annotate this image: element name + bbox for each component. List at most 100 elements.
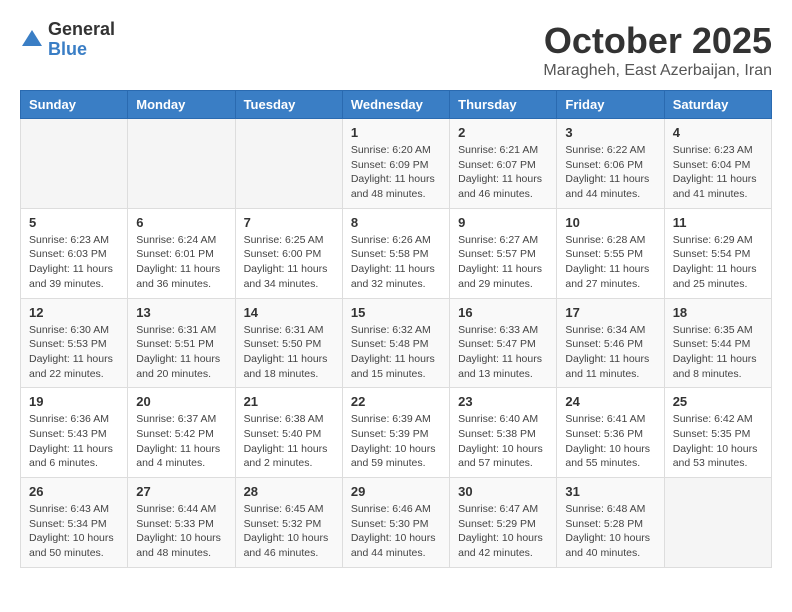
calendar-cell: 17Sunrise: 6:34 AMSunset: 5:46 PMDayligh…	[557, 298, 664, 388]
month-title: October 2025	[543, 20, 772, 62]
day-info: Sunrise: 6:22 AMSunset: 6:06 PMDaylight:…	[565, 143, 655, 202]
day-number: 15	[351, 305, 441, 320]
calendar-cell: 24 Sunrise: 6:41 AMSunset: 5:36 PMDayligh…	[557, 388, 664, 478]
calendar-table: SundayMondayTuesdayWednesdayThursdayFrid…	[20, 90, 772, 568]
day-number: 14	[244, 305, 334, 320]
weekday-saturday: Saturday	[664, 91, 771, 119]
calendar-cell: 26 Sunrise: 6:43 AMSunset: 5:34 PMDayligh…	[21, 478, 128, 568]
weekday-monday: Monday	[128, 91, 235, 119]
calendar-body: 1 Sunrise: 6:20 AMSunset: 6:09 PMDaylight…	[21, 119, 772, 568]
day-info: Sunrise: 6:34 AMSunset: 5:46 PMDaylight:…	[565, 323, 655, 382]
week-row-1: 1 Sunrise: 6:20 AMSunset: 6:09 PMDaylight…	[21, 119, 772, 209]
logo-blue: Blue	[48, 40, 115, 60]
calendar-cell: 12 Sunrise: 6:30 AMSunset: 5:53 PMDayligh…	[21, 298, 128, 388]
calendar-cell: 22 Sunrise: 6:39 AMSunset: 5:39 PMDayligh…	[342, 388, 449, 478]
week-row-4: 19Sunrise: 6:36 AMSunset: 5:43 PMDayligh…	[21, 388, 772, 478]
logo-icon	[20, 28, 44, 52]
day-number: 20	[136, 394, 226, 409]
calendar-cell: 14 Sunrise: 6:31 AMSunset: 5:50 PMDayligh…	[235, 298, 342, 388]
logo: General Blue	[20, 20, 115, 60]
calendar-cell: 20 Sunrise: 6:37 AMSunset: 5:42 PMDayligh…	[128, 388, 235, 478]
day-info: Sunrise: 6:31 AMSunset: 5:51 PMDaylight:…	[136, 323, 226, 382]
day-number: 27	[136, 484, 226, 499]
calendar-cell: 19Sunrise: 6:36 AMSunset: 5:43 PMDayligh…	[21, 388, 128, 478]
day-info: Sunrise: 6:21 AMSunset: 6:07 PMDaylight:…	[458, 143, 548, 202]
day-info: Sunrise: 6:23 AMSunset: 6:03 PMDaylight:…	[29, 233, 119, 292]
day-info: Sunrise: 6:25 AMSunset: 6:00 PMDaylight:…	[244, 233, 334, 292]
day-number: 11	[673, 215, 763, 230]
day-number: 29	[351, 484, 441, 499]
day-number: 9	[458, 215, 548, 230]
day-info: Sunrise: 6:40 AMSunset: 5:38 PMDaylight:…	[458, 412, 548, 471]
day-number: 21	[244, 394, 334, 409]
day-info: Sunrise: 6:33 AMSunset: 5:47 PMDaylight:…	[458, 323, 548, 382]
logo-text: General Blue	[48, 20, 115, 60]
calendar-cell: 18Sunrise: 6:35 AMSunset: 5:44 PMDayligh…	[664, 298, 771, 388]
weekday-thursday: Thursday	[450, 91, 557, 119]
calendar-cell: 31 Sunrise: 6:48 AMSunset: 5:28 PMDayligh…	[557, 478, 664, 568]
calendar-cell: 30Sunrise: 6:47 AMSunset: 5:29 PMDayligh…	[450, 478, 557, 568]
calendar-cell: 25Sunrise: 6:42 AMSunset: 5:35 PMDayligh…	[664, 388, 771, 478]
day-number: 4	[673, 125, 763, 140]
day-info: Sunrise: 6:41 AMSunset: 5:36 PMDaylight:…	[565, 412, 655, 471]
calendar-cell: 9Sunrise: 6:27 AMSunset: 5:57 PMDaylight…	[450, 208, 557, 298]
page-header: General Blue October 2025 Maragheh, East…	[20, 20, 772, 80]
week-row-3: 12 Sunrise: 6:30 AMSunset: 5:53 PMDayligh…	[21, 298, 772, 388]
day-info: Sunrise: 6:48 AMSunset: 5:28 PMDaylight:…	[565, 502, 655, 561]
calendar-cell: 11 Sunrise: 6:29 AMSunset: 5:54 PMDayligh…	[664, 208, 771, 298]
day-info: Sunrise: 6:46 AMSunset: 5:30 PMDaylight:…	[351, 502, 441, 561]
calendar-cell: 5Sunrise: 6:23 AMSunset: 6:03 PMDaylight…	[21, 208, 128, 298]
day-number: 28	[244, 484, 334, 499]
day-number: 23	[458, 394, 548, 409]
weekday-wednesday: Wednesday	[342, 91, 449, 119]
calendar-cell: 23 Sunrise: 6:40 AMSunset: 5:38 PMDayligh…	[450, 388, 557, 478]
calendar-cell: 13Sunrise: 6:31 AMSunset: 5:51 PMDayligh…	[128, 298, 235, 388]
day-info: Sunrise: 6:24 AMSunset: 6:01 PMDaylight:…	[136, 233, 226, 292]
day-number: 26	[29, 484, 119, 499]
calendar-cell: 8 Sunrise: 6:26 AMSunset: 5:58 PMDaylight…	[342, 208, 449, 298]
day-number: 2	[458, 125, 548, 140]
day-info: Sunrise: 6:45 AMSunset: 5:32 PMDaylight:…	[244, 502, 334, 561]
day-number: 1	[351, 125, 441, 140]
day-info: Sunrise: 6:43 AMSunset: 5:34 PMDaylight:…	[29, 502, 119, 561]
day-number: 7	[244, 215, 334, 230]
day-number: 12	[29, 305, 119, 320]
day-number: 10	[565, 215, 655, 230]
day-number: 24	[565, 394, 655, 409]
calendar-cell: 4 Sunrise: 6:23 AMSunset: 6:04 PMDaylight…	[664, 119, 771, 209]
day-info: Sunrise: 6:20 AMSunset: 6:09 PMDaylight:…	[351, 143, 441, 202]
day-number: 22	[351, 394, 441, 409]
calendar-cell: 29 Sunrise: 6:46 AMSunset: 5:30 PMDayligh…	[342, 478, 449, 568]
day-number: 8	[351, 215, 441, 230]
calendar-cell	[664, 478, 771, 568]
calendar-cell: 7 Sunrise: 6:25 AMSunset: 6:00 PMDaylight…	[235, 208, 342, 298]
day-info: Sunrise: 6:29 AMSunset: 5:54 PMDaylight:…	[673, 233, 763, 292]
week-row-2: 5Sunrise: 6:23 AMSunset: 6:03 PMDaylight…	[21, 208, 772, 298]
day-info: Sunrise: 6:28 AMSunset: 5:55 PMDaylight:…	[565, 233, 655, 292]
day-info: Sunrise: 6:36 AMSunset: 5:43 PMDaylight:…	[29, 412, 119, 471]
weekday-sunday: Sunday	[21, 91, 128, 119]
day-info: Sunrise: 6:30 AMSunset: 5:53 PMDaylight:…	[29, 323, 119, 382]
calendar-cell: 27Sunrise: 6:44 AMSunset: 5:33 PMDayligh…	[128, 478, 235, 568]
day-info: Sunrise: 6:38 AMSunset: 5:40 PMDaylight:…	[244, 412, 334, 471]
calendar-cell: 3 Sunrise: 6:22 AMSunset: 6:06 PMDaylight…	[557, 119, 664, 209]
day-number: 31	[565, 484, 655, 499]
weekday-friday: Friday	[557, 91, 664, 119]
day-info: Sunrise: 6:23 AMSunset: 6:04 PMDaylight:…	[673, 143, 763, 202]
weekday-header-row: SundayMondayTuesdayWednesdayThursdayFrid…	[21, 91, 772, 119]
day-number: 25	[673, 394, 763, 409]
day-info: Sunrise: 6:31 AMSunset: 5:50 PMDaylight:…	[244, 323, 334, 382]
day-info: Sunrise: 6:35 AMSunset: 5:44 PMDaylight:…	[673, 323, 763, 382]
week-row-5: 26 Sunrise: 6:43 AMSunset: 5:34 PMDayligh…	[21, 478, 772, 568]
calendar-cell	[21, 119, 128, 209]
calendar-cell: 16Sunrise: 6:33 AMSunset: 5:47 PMDayligh…	[450, 298, 557, 388]
day-info: Sunrise: 6:37 AMSunset: 5:42 PMDaylight:…	[136, 412, 226, 471]
day-info: Sunrise: 6:32 AMSunset: 5:48 PMDaylight:…	[351, 323, 441, 382]
calendar-cell: 21 Sunrise: 6:38 AMSunset: 5:40 PMDayligh…	[235, 388, 342, 478]
day-info: Sunrise: 6:39 AMSunset: 5:39 PMDaylight:…	[351, 412, 441, 471]
day-number: 30	[458, 484, 548, 499]
calendar-cell	[128, 119, 235, 209]
day-info: Sunrise: 6:26 AMSunset: 5:58 PMDaylight:…	[351, 233, 441, 292]
day-number: 3	[565, 125, 655, 140]
calendar-header: SundayMondayTuesdayWednesdayThursdayFrid…	[21, 91, 772, 119]
